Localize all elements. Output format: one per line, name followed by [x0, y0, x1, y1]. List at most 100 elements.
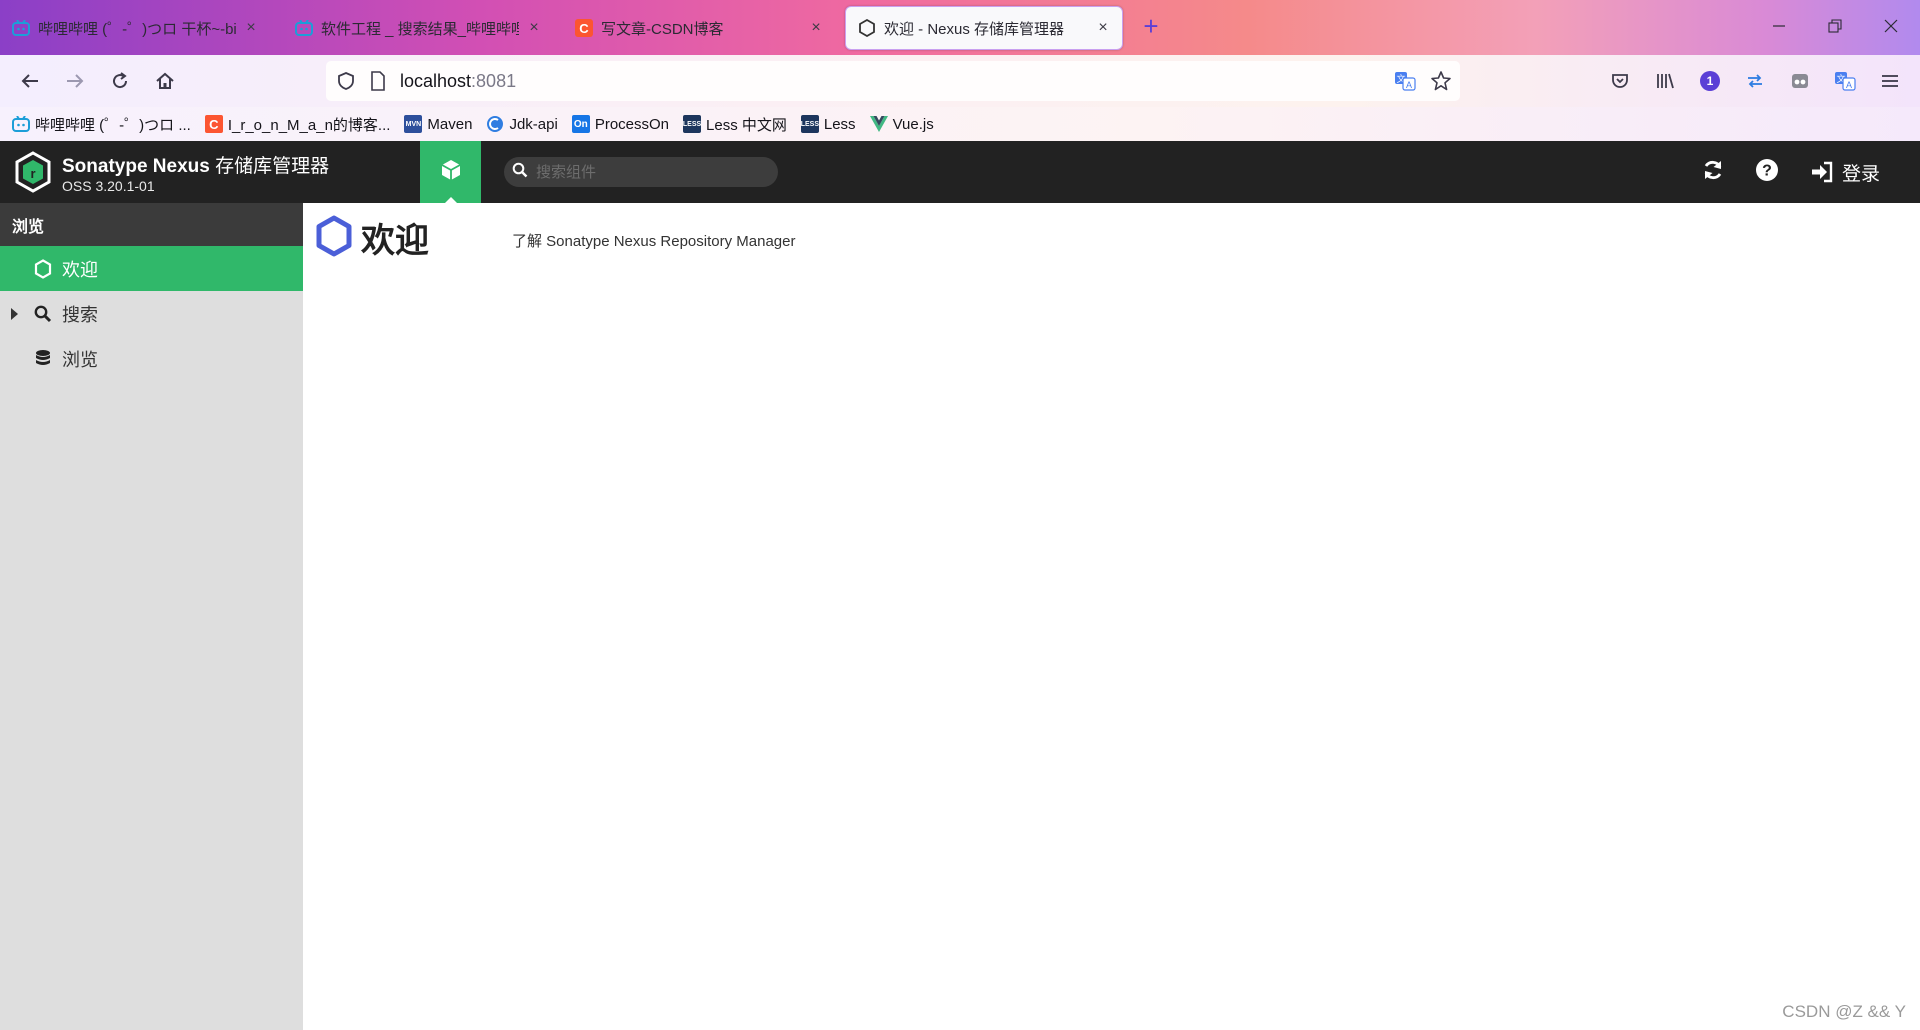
- csdn-icon: C: [204, 115, 223, 133]
- tab-csdn[interactable]: C 写文章-CSDN博客 ×: [563, 6, 835, 50]
- bilibili-icon: [295, 19, 313, 37]
- bookmark-less[interactable]: LESS Less: [801, 115, 856, 133]
- tab-bilibili-search[interactable]: 软件工程 _ 搜索结果_哔哩哔哩_ ×: [283, 6, 553, 50]
- new-tab-button[interactable]: +: [1138, 13, 1164, 40]
- svg-text:A: A: [1406, 80, 1412, 90]
- search-icon: [512, 162, 528, 183]
- home-icon[interactable]: [149, 65, 181, 97]
- component-search[interactable]: [504, 157, 778, 187]
- sidebar-item-label: 欢迎: [62, 259, 98, 280]
- sidebar-item-welcome[interactable]: 欢迎: [0, 246, 303, 291]
- close-window-icon[interactable]: [1876, 12, 1906, 42]
- bookmark-label: Jdk-api: [509, 115, 558, 133]
- url-text[interactable]: localhost:8081: [400, 71, 516, 92]
- product-version: OSS 3.20.1-01: [62, 178, 155, 194]
- nexus-logo-icon[interactable]: r: [14, 151, 52, 193]
- extension-icon[interactable]: [1784, 65, 1816, 97]
- sidebar-item-search[interactable]: 搜索: [0, 291, 303, 336]
- expand-arrow-icon[interactable]: [11, 307, 18, 320]
- minimize-icon[interactable]: [1764, 12, 1794, 42]
- translate-icon[interactable]: 文A: [1394, 70, 1416, 97]
- less-icon: LESS: [683, 115, 701, 133]
- nexus-header: r Sonatype Nexus 存储库管理器 OSS 3.20.1-01 ? …: [0, 141, 1920, 203]
- vue-icon: [869, 115, 888, 133]
- shield-icon[interactable]: [336, 71, 356, 96]
- bilibili-icon: [12, 19, 30, 37]
- main-content: 欢迎 了解 Sonatype Nexus Repository Manager: [303, 203, 1920, 1030]
- sidebar-item-browse[interactable]: 浏览: [0, 336, 303, 381]
- page-title: 欢迎: [361, 221, 429, 261]
- svg-text:A: A: [1846, 80, 1852, 90]
- tab-nexus[interactable]: 欢迎 - Nexus 存储库管理器 ×: [845, 6, 1123, 50]
- tab-label: 欢迎 - Nexus 存储库管理器: [884, 20, 1065, 38]
- translate-extension-icon[interactable]: 文A: [1829, 65, 1861, 97]
- sign-in-button[interactable]: 登录: [1810, 156, 1880, 188]
- sidebar-heading: 浏览: [0, 203, 303, 246]
- bookmark-label: Less: [823, 115, 856, 133]
- browser-nav-bar: localhost:8081 文A 1 文A: [0, 55, 1920, 107]
- bookmark-label: I_r_o_n_M_a_n的博客...: [227, 116, 391, 134]
- search-input[interactable]: [536, 163, 756, 181]
- bookmark-less-cn[interactable]: LESS Less 中文网: [683, 114, 787, 135]
- svg-text:?: ?: [1762, 162, 1772, 179]
- url-port: :8081: [471, 70, 517, 91]
- tab-label: 写文章-CSDN博客: [601, 20, 724, 38]
- less-icon: LESS: [801, 115, 819, 133]
- refresh-icon: [1701, 158, 1725, 187]
- processon-icon: On: [571, 115, 590, 133]
- extension-badge[interactable]: 1: [1694, 65, 1726, 97]
- tab-bilibili-home[interactable]: 哔哩哔哩 (゜-゜)つロ 干杯~-bil ×: [0, 6, 270, 50]
- url-host: localhost: [400, 70, 472, 91]
- bookmark-bilibili[interactable]: 哔哩哔哩 (゜-゜)つロ ...: [12, 114, 191, 135]
- product-title: Sonatype Nexus 存储库管理器: [62, 151, 329, 178]
- close-icon[interactable]: ×: [1094, 19, 1112, 37]
- restore-icon[interactable]: [1820, 12, 1850, 42]
- star-icon[interactable]: [1430, 70, 1452, 97]
- bookmark-processon[interactable]: On ProcessOn: [571, 115, 670, 133]
- bookmark-label: Maven: [427, 115, 473, 133]
- page-icon[interactable]: [370, 71, 386, 96]
- bookmark-label: ProcessOn: [594, 115, 670, 133]
- bookmark-label: 哔哩哔哩 (゜-゜)つロ ...: [35, 116, 191, 134]
- bookmark-jdk-api[interactable]: Jdk-api: [486, 115, 558, 133]
- sign-in-icon: [1810, 161, 1834, 183]
- search-icon: [33, 304, 53, 324]
- jdk-icon: [486, 115, 504, 133]
- pocket-icon[interactable]: [1604, 65, 1636, 97]
- svg-text:r: r: [30, 166, 35, 181]
- sidebar: 浏览 欢迎 搜索 浏览: [0, 203, 303, 1030]
- close-icon[interactable]: ×: [807, 19, 825, 37]
- svg-text:C: C: [579, 21, 589, 36]
- bookmark-vuejs[interactable]: Vue.js: [869, 115, 934, 133]
- bookmark-maven[interactable]: MVN Maven: [404, 115, 472, 133]
- hexagon-icon: [315, 215, 353, 257]
- close-icon[interactable]: ×: [242, 19, 260, 37]
- database-icon: [33, 349, 53, 369]
- reload-icon[interactable]: [104, 65, 136, 97]
- tab-label: 哔哩哔哩 (゜-゜)つロ 干杯~-bil: [38, 20, 236, 38]
- sign-in-label: 登录: [1842, 163, 1881, 185]
- bookmark-csdn-blog[interactable]: C I_r_o_n_M_a_n的博客...: [204, 114, 391, 135]
- sidebar-item-label: 浏览: [62, 349, 98, 370]
- forward-arrow-icon[interactable]: [59, 65, 91, 97]
- bookmarks-bar: 哔哩哔哩 (゜-゜)つロ ... C I_r_o_n_M_a_n的博客... M…: [0, 107, 1920, 141]
- browse-mode-button[interactable]: [420, 141, 481, 203]
- csdn-icon: C: [575, 19, 593, 37]
- bookmark-label: Less 中文网: [706, 116, 787, 134]
- sync-icon[interactable]: [1739, 65, 1771, 97]
- product-title-en: Sonatype Nexus: [62, 156, 210, 177]
- back-arrow-icon[interactable]: [14, 65, 46, 97]
- tab-label: 软件工程 _ 搜索结果_哔哩哔哩_: [321, 20, 519, 38]
- close-icon[interactable]: ×: [525, 19, 543, 37]
- bookmark-label: Vue.js: [892, 115, 934, 133]
- help-icon: ?: [1755, 158, 1779, 187]
- help-button[interactable]: ?: [1752, 157, 1782, 187]
- refresh-button[interactable]: [1698, 157, 1728, 187]
- browser-tab-bar: 哔哩哔哩 (゜-゜)つロ 干杯~-bil × 软件工程 _ 搜索结果_哔哩哔哩_…: [0, 0, 1920, 55]
- menu-icon[interactable]: [1874, 65, 1906, 97]
- page-subtitle: 了解 Sonatype Nexus Repository Manager: [512, 233, 796, 250]
- address-bar[interactable]: localhost:8081 文A: [326, 61, 1460, 101]
- bilibili-icon: [12, 115, 30, 133]
- library-icon[interactable]: [1649, 65, 1681, 97]
- product-title-cn: 存储库管理器: [215, 156, 330, 177]
